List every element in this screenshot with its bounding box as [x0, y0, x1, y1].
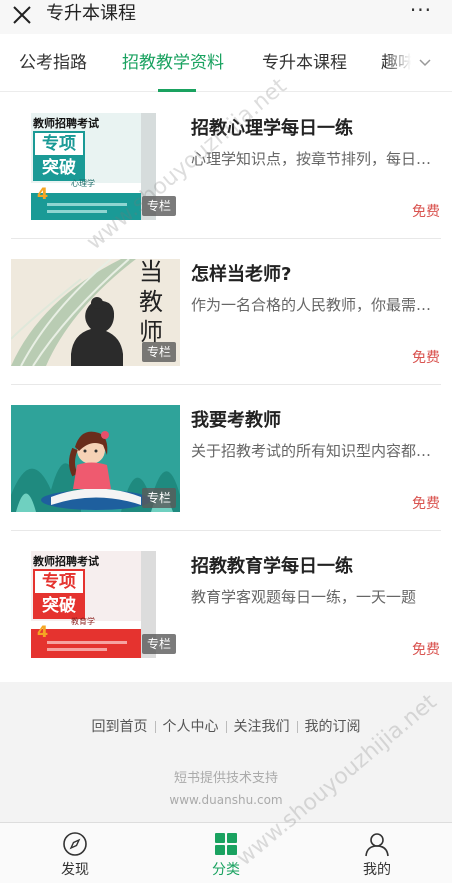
close-icon[interactable] [10, 3, 34, 27]
page-footer: 回到首页 个人中心 关注我们 我的订阅 短书提供技术支持 www.duanshu.co… [0, 682, 452, 822]
nav-label: 发现 [61, 862, 89, 878]
user-icon [365, 833, 389, 857]
svg-text:4: 4 [37, 184, 48, 203]
page-title: 专升本课程 [46, 3, 136, 24]
column-badge: 专栏 [141, 342, 176, 362]
item-desc: 关于招教考试的所有知识型内容都在这里 [191, 442, 441, 460]
title-bar: 专升本课程 ··· [0, 0, 452, 34]
nav-category[interactable]: 分类 [191, 831, 261, 879]
cover-main-1: 专项 [33, 131, 85, 157]
nav-label: 分类 [212, 862, 240, 878]
tab-gongkao[interactable]: 公考指路 [19, 52, 87, 74]
item-desc: 心理学知识点，按章节排列，每日一练 [191, 150, 441, 168]
active-tab-indicator [158, 89, 196, 92]
course-cover: 4 教师招聘考试 专项 突破 心理学 专栏 [11, 113, 180, 220]
cover-subject: 教育学 [71, 617, 95, 626]
item-desc: 作为一名合格的人民教师，你最需要的是 [191, 296, 441, 314]
column-badge: 专栏 [141, 488, 176, 508]
powered-by: 短书提供技术支持 [173, 771, 278, 786]
cover-main-1: 专项 [33, 569, 85, 595]
nav-label: 我的 [363, 862, 391, 878]
tab-zhuanshengben[interactable]: 专升本课程 [262, 52, 347, 74]
site-url[interactable]: www.duanshu.com [0, 792, 452, 808]
item-price: 免费 [412, 204, 440, 220]
item-price: 免费 [412, 350, 440, 366]
course-cover: 专栏 [11, 405, 180, 512]
svg-text:4: 4 [37, 622, 48, 641]
course-cover: 4 教师招聘考试 专项 突破 教育学 专栏 [11, 551, 180, 658]
column-badge: 专栏 [141, 196, 176, 216]
list-item[interactable]: 4 教师招聘考试 专项 突破 心理学 专栏 招教心理学每日一练 心理学知识点，按… [0, 93, 452, 239]
item-title: 招教心理学每日一练 [191, 118, 353, 139]
grid-icon [215, 833, 237, 855]
follow-link[interactable]: 关注我们 [227, 719, 297, 735]
item-title: 招教教育学每日一练 [191, 556, 353, 577]
subscriptions-link[interactable]: 我的订阅 [298, 719, 368, 735]
item-price: 免费 [412, 642, 440, 658]
cover-char-1: 当 [139, 259, 163, 286]
nav-mine[interactable]: 我的 [342, 831, 412, 879]
category-tabs: 公考指路 招教教学资料 专升本课程 趣味 [0, 34, 452, 92]
item-title: 怎样当老师? [191, 264, 292, 285]
cover-top-text: 教师招聘考试 [33, 117, 99, 130]
chevron-down-icon[interactable] [418, 56, 432, 70]
bottom-nav: 发现 分类 我的 [0, 822, 452, 883]
compass-icon [63, 832, 87, 856]
item-desc: 教育学客观题每日一练，一天一题 [191, 588, 417, 606]
cover-subject: 心理学 [71, 179, 95, 188]
item-price: 免费 [412, 496, 440, 512]
footer-links: 回到首页 个人中心 关注我们 我的订阅 [0, 718, 452, 736]
list-item[interactable]: 4 教师招聘考试 专项 突破 教育学 专栏 招教教育学每日一练 教育学客观题每日… [0, 531, 452, 681]
tab-zhaojiao[interactable]: 招教教学资料 [122, 52, 224, 74]
list-item[interactable]: 专栏 我要考教师 关于招教考试的所有知识型内容都在这里 免费 [0, 385, 452, 531]
more-menu-button[interactable]: ··· [410, 0, 432, 20]
course-cover: 当 教 师 专栏 [11, 259, 180, 366]
cover-char-2: 教 [139, 288, 163, 316]
nav-discover[interactable]: 发现 [40, 831, 110, 879]
profile-link[interactable]: 个人中心 [156, 719, 226, 735]
item-title: 我要考教师 [191, 410, 281, 431]
home-link[interactable]: 回到首页 [85, 719, 155, 735]
column-badge: 专栏 [141, 634, 176, 654]
cover-top-text: 教师招聘考试 [33, 555, 99, 568]
list-item[interactable]: 当 教 师 专栏 怎样当老师? 作为一名合格的人民教师，你最需要的是 免费 [0, 239, 452, 385]
